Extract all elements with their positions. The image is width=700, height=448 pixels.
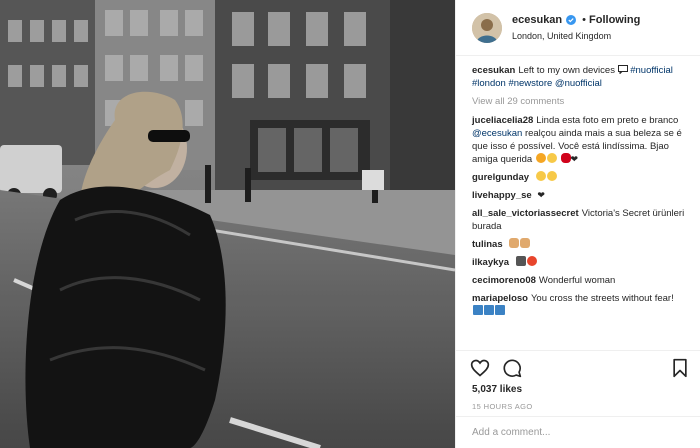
location-link[interactable]: London, United Kingdom [512, 29, 640, 43]
blue-square-emoji-icon [473, 305, 483, 315]
black-heart-icon: ❤ [570, 154, 579, 164]
hand-emoji-icon [520, 238, 531, 248]
caption: ecesukan Left to my own devices #nuoffici… [472, 64, 686, 90]
post-photo[interactable] [0, 0, 455, 448]
caption-text: Left to my own devices [518, 65, 615, 76]
likes-count[interactable]: 5,037 likes [456, 384, 700, 400]
blue-square-emoji-icon [484, 305, 494, 315]
smile-emoji-icon [546, 153, 557, 163]
comment-username[interactable]: gurelgunday [472, 172, 529, 183]
comment-username[interactable]: mariapeloso [472, 293, 528, 304]
following-button[interactable]: Following [589, 13, 640, 27]
add-comment-input[interactable] [472, 427, 684, 438]
view-all-comments-link[interactable]: View all 29 comments [472, 95, 686, 108]
comment-item: all_sale_victoriassecret Victoria's Secre… [472, 207, 686, 233]
avatar[interactable] [472, 12, 502, 43]
comment-username[interactable]: juceliacelia28 [472, 115, 533, 126]
action-bar [456, 350, 700, 384]
comment-username[interactable]: livehappy_se [472, 190, 532, 201]
caption-username[interactable]: ecesukan [472, 65, 515, 76]
header-username[interactable]: ecesukan [512, 13, 562, 27]
comment-username[interactable]: all_sale_victoriassecret [472, 208, 579, 219]
camera-emoji-icon [515, 256, 526, 266]
comment-text: Linda esta foto em preto e branco [536, 115, 679, 126]
comment-text: Wonderful woman [538, 275, 616, 286]
blue-square-emoji-icon [495, 305, 505, 315]
comment-username[interactable]: cecimoreno08 [472, 275, 536, 286]
street-scene-image [0, 0, 455, 448]
comment-item: cecimoreno08 Wonderful woman [472, 274, 686, 287]
comment-bubble-icon [617, 65, 628, 75]
sunglasses-emoji-icon [535, 171, 546, 181]
lips-emoji-icon [560, 153, 571, 163]
flexed-arm-emoji-icon [509, 238, 520, 248]
comment-mention[interactable]: @ecesukan [472, 128, 522, 139]
smile-emoji-icon [546, 171, 557, 181]
comment-item: mariapeloso You cross the streets without… [472, 292, 686, 318]
heart-icon[interactable] [470, 358, 490, 378]
bookmark-icon[interactable] [670, 358, 690, 378]
black-heart-icon: ❤ [537, 190, 545, 200]
comment-icon[interactable] [502, 358, 522, 378]
heart-eyes-emoji-icon [535, 153, 546, 163]
comments-list: ecesukan Left to my own devices #nuoffici… [456, 56, 700, 350]
post-side-panel: ecesukan • Following London, United King… [455, 0, 700, 448]
verified-badge-icon [566, 14, 577, 25]
post-header: ecesukan • Following London, United King… [456, 0, 700, 56]
comment-username[interactable]: tulinas [472, 239, 503, 250]
comment-item: tulinas [472, 238, 686, 251]
post-timestamp: 15 HOURS AGO [472, 402, 533, 411]
comment-item: gurelgunday [472, 171, 686, 184]
instagram-post: ecesukan • Following London, United King… [0, 0, 700, 448]
comment-item: livehappy_se ❤ [472, 189, 686, 202]
header-separator: • [582, 13, 587, 26]
comment-item: ilkaykya [472, 256, 686, 269]
comment-username[interactable]: ilkaykya [472, 257, 509, 268]
comment-item: juceliacelia28 Linda esta foto em preto e… [472, 114, 686, 166]
add-comment-bar [456, 416, 700, 448]
collision-emoji-icon [526, 256, 537, 266]
comment-text: You cross the streets without fear! [530, 293, 674, 304]
